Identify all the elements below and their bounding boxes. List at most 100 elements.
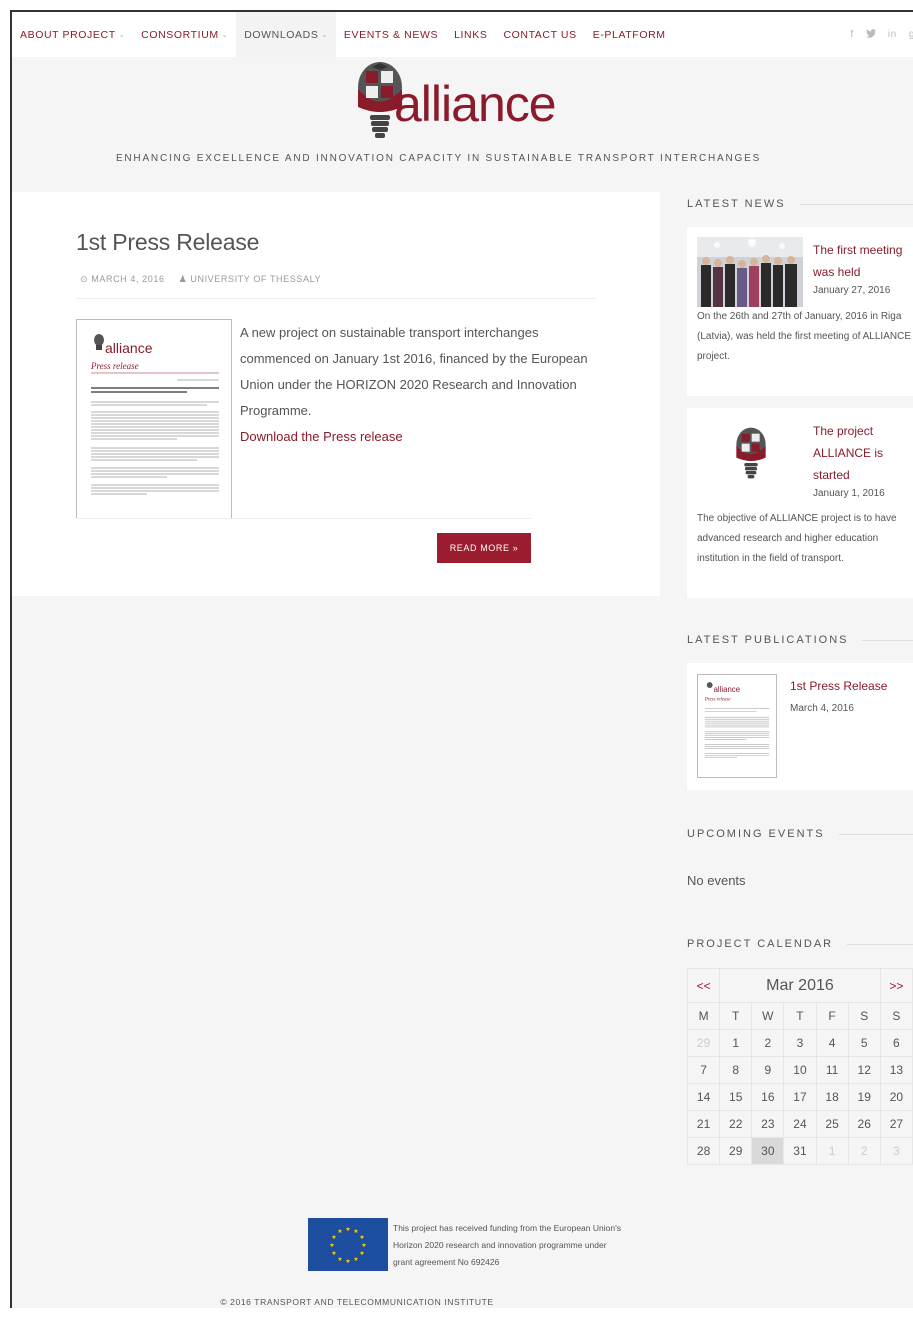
calendar-day[interactable]: 21 xyxy=(686,1110,721,1138)
svg-text:★: ★ xyxy=(353,1228,358,1235)
main-content: 1st Press Release ⊙ MARCH 4, 2016 ♟ UNIV… xyxy=(12,192,660,596)
calendar-day[interactable]: 25 xyxy=(815,1110,849,1138)
post-meta: ⊙ MARCH 4, 2016 ♟ UNIVERSITY OF THESSALY xyxy=(80,274,321,285)
google-plus-icon[interactable]: g xyxy=(909,29,913,40)
nav-contact-us[interactable]: CONTACT US xyxy=(495,12,584,57)
weekday-label: M xyxy=(686,1002,721,1030)
twitter-icon[interactable] xyxy=(865,28,876,41)
publication-title-link[interactable]: 1st Press Release xyxy=(790,675,887,697)
calendar-day[interactable]: 2 xyxy=(751,1029,785,1057)
calendar-day[interactable]: 23 xyxy=(751,1110,785,1138)
thumb-subtitle-text: Press release xyxy=(90,361,139,371)
post-excerpt: A new project on sustainable transport i… xyxy=(240,320,590,450)
calendar-day[interactable]: 3 xyxy=(783,1029,817,1057)
site-header: alliance ENHANCING EXCELLENCE AND INNOVA… xyxy=(12,57,913,192)
calendar-day[interactable]: 29 xyxy=(686,1029,721,1057)
social-links: f in g xyxy=(850,12,913,57)
calendar-month-label: Mar 2016 xyxy=(719,968,881,1003)
calendar-day[interactable]: 7 xyxy=(686,1056,721,1084)
calendar-day[interactable]: 26 xyxy=(847,1110,881,1138)
post-title[interactable]: 1st Press Release xyxy=(76,229,259,256)
calendar-day[interactable]: 10 xyxy=(783,1056,817,1084)
news-title-link[interactable]: The first meeting was held xyxy=(813,243,902,279)
latest-news-heading: LATEST NEWS xyxy=(687,198,913,210)
nav-events-news[interactable]: EVENTS & NEWS xyxy=(336,12,446,57)
press-release-document-icon: alliance Press release xyxy=(90,334,219,495)
weekday-label: W xyxy=(751,1002,785,1030)
user-icon: ♟ xyxy=(178,274,188,284)
svg-text:★: ★ xyxy=(359,1250,364,1257)
svg-text:★: ★ xyxy=(329,1242,334,1249)
upcoming-events-heading: UPCOMING EVENTS xyxy=(687,828,913,840)
calendar-prev-button[interactable]: << xyxy=(686,968,721,1003)
calendar-day[interactable]: 24 xyxy=(783,1110,817,1138)
nav-e-platform[interactable]: E-PLATFORM xyxy=(585,12,674,57)
facebook-icon[interactable]: f xyxy=(850,29,853,40)
calendar-day[interactable]: 4 xyxy=(815,1029,849,1057)
calendar-day[interactable]: 14 xyxy=(686,1083,721,1111)
calendar-day[interactable]: 1 xyxy=(815,1137,849,1165)
calendar-day[interactable]: 20 xyxy=(879,1083,913,1111)
calendar-day[interactable]: 6 xyxy=(879,1029,913,1057)
nav-downloads[interactable]: DOWNLOADS ⌄ xyxy=(236,12,336,57)
svg-text:★: ★ xyxy=(331,1250,336,1257)
logo-wordmark: alliance xyxy=(394,76,557,132)
svg-text:★: ★ xyxy=(345,1258,350,1265)
calendar-day[interactable]: 13 xyxy=(879,1056,913,1084)
calendar-day[interactable]: 16 xyxy=(751,1083,785,1111)
group-photo-image[interactable] xyxy=(697,237,803,307)
news-excerpt: On the 26th and 27th of January, 2016 in… xyxy=(697,311,911,362)
linkedin-icon[interactable]: in xyxy=(888,29,897,40)
publication-card: alliance Press release 1st Press Release… xyxy=(687,663,913,790)
press-release-thumbnail[interactable]: alliance Press release xyxy=(76,319,232,519)
page-frame: ABOUT PROJECT ⌄ CONSORTIUM ⌄ DOWNLOADS ⌄ EV… xyxy=(10,10,913,1308)
nav-consortium[interactable]: CONSORTIUM ⌄ xyxy=(133,12,236,57)
calendar-day[interactable]: 8 xyxy=(719,1056,753,1084)
calendar-day[interactable]: 12 xyxy=(847,1056,881,1084)
news-date: January 27, 2016 xyxy=(813,285,891,296)
calendar-day[interactable]: 1 xyxy=(719,1029,753,1057)
latest-publications-heading: LATEST PUBLICATIONS xyxy=(687,634,913,646)
calendar-day[interactable]: 11 xyxy=(815,1056,849,1084)
site-tagline: ENHANCING EXCELLENCE AND INNOVATION CAPA… xyxy=(115,153,762,164)
eu-flag-icon: ★ ★★★ ★★★★ ★★★★ xyxy=(308,1218,388,1271)
calendar-day[interactable]: 5 xyxy=(847,1029,881,1057)
svg-text:★: ★ xyxy=(337,1228,342,1235)
read-more-button[interactable]: READ MORE » xyxy=(437,533,531,563)
clock-icon: ⊙ xyxy=(80,274,89,284)
download-press-release-link[interactable]: Download the Press release xyxy=(240,424,590,450)
chevron-down-icon: ⌄ xyxy=(321,31,328,39)
calendar-day[interactable]: 31 xyxy=(783,1137,817,1165)
weekday-label: S xyxy=(847,1002,881,1030)
site-logo[interactable]: alliance xyxy=(350,59,590,149)
no-events-text: No events xyxy=(687,873,746,888)
divider xyxy=(76,518,532,519)
calendar-day[interactable]: 17 xyxy=(783,1083,817,1111)
funding-notice: This project has received funding from t… xyxy=(393,1223,621,1267)
calendar-day[interactable]: 27 xyxy=(879,1110,913,1138)
alliance-logo-icon[interactable] xyxy=(731,418,771,490)
calendar-day[interactable]: 28 xyxy=(686,1137,721,1165)
project-calendar-heading: PROJECT CALENDAR xyxy=(687,938,913,950)
nav-about-project[interactable]: ABOUT PROJECT ⌄ xyxy=(12,12,133,57)
weekday-label: F xyxy=(815,1002,849,1030)
calendar-day[interactable]: 29 xyxy=(719,1137,753,1165)
chevron-down-icon: ⌄ xyxy=(221,31,229,39)
publication-thumbnail[interactable]: alliance Press release xyxy=(697,674,777,778)
calendar-day[interactable]: 18 xyxy=(815,1083,849,1111)
calendar-day[interactable]: 3 xyxy=(879,1137,913,1165)
svg-text:★: ★ xyxy=(337,1256,342,1263)
calendar-day[interactable]: 15 xyxy=(719,1083,753,1111)
news-title-link[interactable]: The project ALLIANCE is started xyxy=(813,424,883,482)
svg-text:★: ★ xyxy=(345,1226,350,1233)
calendar-next-button[interactable]: >> xyxy=(879,968,913,1003)
nav-links[interactable]: LINKS xyxy=(446,12,495,57)
calendar-day[interactable]: 19 xyxy=(847,1083,881,1111)
top-navigation: ABOUT PROJECT ⌄ CONSORTIUM ⌄ DOWNLOADS ⌄ EV… xyxy=(12,12,913,57)
post-author[interactable]: ♟ UNIVERSITY OF THESSALY xyxy=(179,274,322,285)
calendar-day[interactable]: 22 xyxy=(719,1110,753,1138)
calendar-day[interactable]: 2 xyxy=(847,1137,881,1165)
project-calendar: << Mar 2016 >> M T W T F S S 29 1 2 3 4 … xyxy=(686,968,913,1165)
calendar-day-today[interactable]: 30 xyxy=(751,1137,785,1165)
calendar-day[interactable]: 9 xyxy=(751,1056,785,1084)
